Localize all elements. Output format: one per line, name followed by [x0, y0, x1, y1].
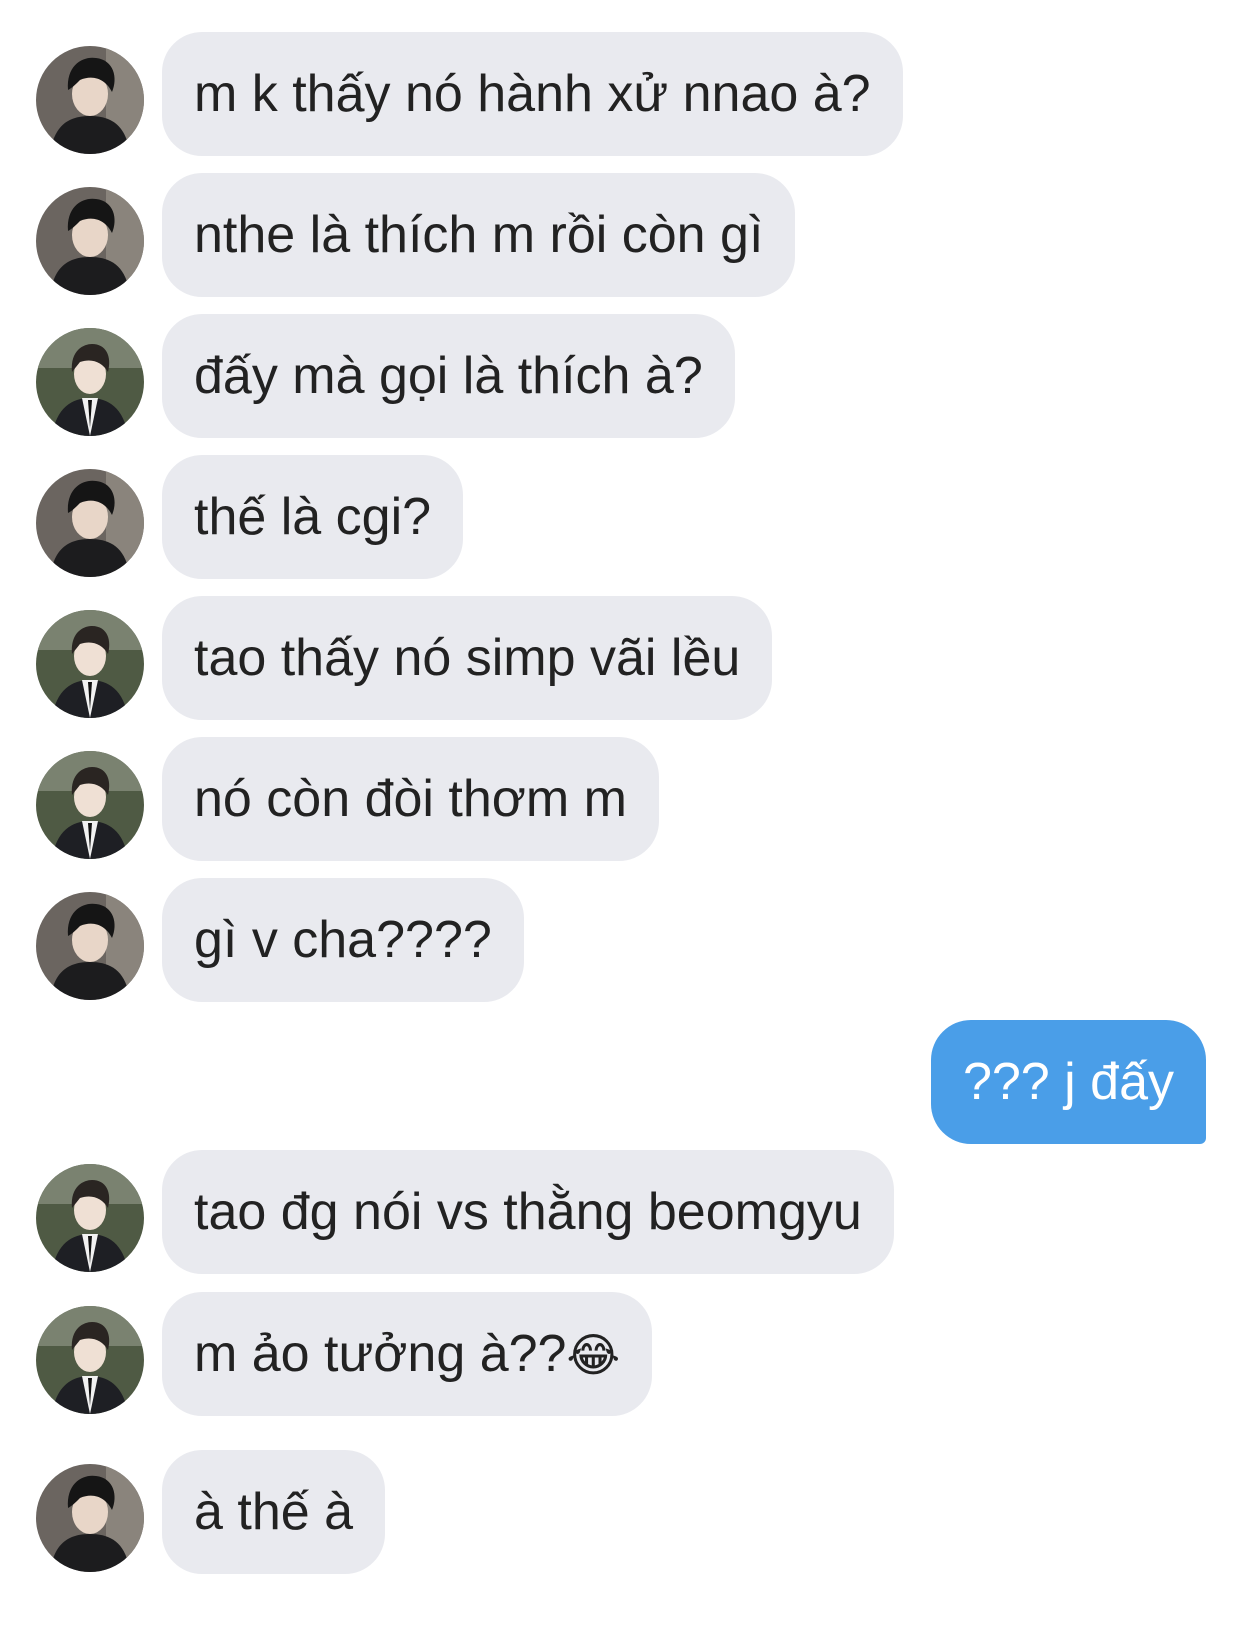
message-bubble[interactable]: tao đg nói vs thằng beomgyu — [162, 1150, 894, 1274]
avatar-b[interactable] — [36, 751, 144, 859]
message-bubble[interactable]: đấy mà gọi là thích à? — [162, 314, 735, 438]
avatar-b[interactable] — [36, 1164, 144, 1272]
message-row: đấy mà gọi là thích à? — [0, 314, 1242, 438]
message-row: m ảo tưởng à??😂 — [0, 1292, 1242, 1416]
avatar-a[interactable] — [36, 892, 144, 1000]
message-text: nó còn đòi thơm m — [194, 770, 627, 828]
avatar-a[interactable] — [36, 469, 144, 577]
message-row: nthe là thích m rồi còn gì — [0, 173, 1242, 297]
avatar-b-icon — [36, 328, 144, 436]
message-row: nó còn đòi thơm m — [0, 737, 1242, 861]
message-bubble[interactable]: thế là cgi? — [162, 455, 464, 579]
avatar-a-icon — [36, 187, 144, 295]
message-text: nthe là thích m rồi còn gì — [194, 206, 764, 264]
avatar-b[interactable] — [36, 328, 144, 436]
avatar-a-icon — [36, 1464, 144, 1572]
avatar-b-icon — [36, 610, 144, 718]
message-row-outgoing: ??? j đấy — [0, 1020, 1242, 1144]
message-bubble[interactable]: nthe là thích m rồi còn gì — [162, 173, 796, 297]
avatar-a-icon — [36, 469, 144, 577]
message-row: tao thấy nó simp vãi lều — [0, 596, 1242, 720]
message-bubble[interactable]: nó còn đòi thơm m — [162, 737, 659, 861]
avatar-b[interactable] — [36, 610, 144, 718]
message-thread: m k thấy nó hành xử nnao à? nthe là thíc… — [0, 0, 1242, 1634]
message-bubble[interactable]: tao thấy nó simp vãi lều — [162, 596, 773, 720]
avatar-a[interactable] — [36, 1464, 144, 1572]
message-row: gì v cha???? — [0, 878, 1242, 1002]
message-row: thế là cgi? — [0, 455, 1242, 579]
avatar-b[interactable] — [36, 1306, 144, 1414]
avatar-a[interactable] — [36, 46, 144, 154]
message-bubble[interactable]: m k thấy nó hành xử nnao à? — [162, 32, 903, 156]
message-text: tao thấy nó simp vãi lều — [194, 629, 741, 687]
message-text: à thế à — [194, 1483, 354, 1541]
avatar-a-icon — [36, 46, 144, 154]
message-text: gì v cha???? — [194, 911, 492, 969]
message-text: m k thấy nó hành xử nnao à? — [194, 65, 871, 123]
message-text: m ảo tưởng à?? — [194, 1325, 567, 1383]
message-text: đấy mà gọi là thích à? — [194, 347, 703, 405]
avatar-b-icon — [36, 1164, 144, 1272]
avatar-a[interactable] — [36, 187, 144, 295]
tears-of-joy-emoji-icon: 😂 — [566, 1328, 621, 1382]
message-row: m k thấy nó hành xử nnao à? — [0, 32, 1242, 156]
message-text: ??? j đấy — [962, 1053, 1174, 1111]
message-bubble-outgoing[interactable]: ??? j đấy — [930, 1020, 1206, 1144]
message-text: tao đg nói vs thằng beomgyu — [194, 1183, 862, 1241]
message-bubble[interactable]: gì v cha???? — [162, 878, 524, 1002]
message-row: à thế à — [0, 1450, 1242, 1574]
message-bubble[interactable]: m ảo tưởng à??😂 — [162, 1292, 653, 1416]
avatar-b-icon — [36, 751, 144, 859]
message-row: tao đg nói vs thằng beomgyu — [0, 1150, 1242, 1274]
avatar-a-icon — [36, 892, 144, 1000]
avatar-b-icon — [36, 1306, 144, 1414]
message-text: thế là cgi? — [194, 488, 432, 546]
message-bubble[interactable]: à thế à — [162, 1450, 386, 1574]
